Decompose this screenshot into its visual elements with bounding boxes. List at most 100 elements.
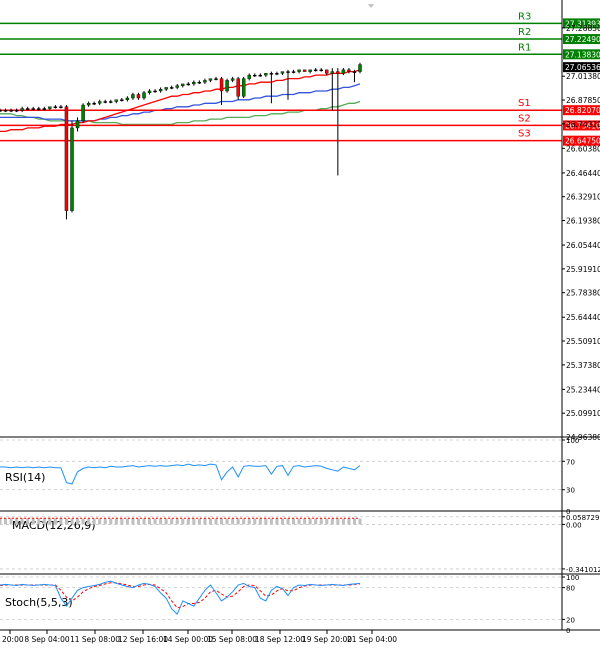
candle-body [131, 94, 135, 99]
candle-body [181, 83, 185, 86]
level-name-r2: R2 [518, 27, 531, 38]
macd-bar [92, 518, 96, 525]
price-tick-label: 26.74320 [566, 120, 600, 129]
macd-bar [269, 518, 273, 525]
price-tick-label: 27.28850 [566, 24, 600, 33]
macd-bar [242, 518, 246, 525]
macd-bar [197, 518, 201, 525]
candle-body [158, 88, 163, 92]
macd-bar [53, 517, 57, 525]
price-tick-label: 26.05440 [566, 241, 600, 250]
macd-bar [81, 518, 85, 525]
price-tick-label: 25.09910 [566, 409, 600, 418]
macd-bar [148, 518, 152, 525]
rsi-tick-label: 30 [566, 487, 575, 495]
candle-body [275, 73, 279, 75]
candle-body [42, 108, 47, 110]
price-tick-label: 26.46440 [566, 169, 600, 178]
candle-body [291, 71, 296, 73]
macd-bar [275, 518, 279, 525]
macd-bar [280, 518, 284, 525]
candle-body [164, 87, 168, 90]
candle-body [169, 87, 174, 89]
candle-body [336, 71, 340, 74]
macd-bar [103, 518, 107, 525]
macd-bar [286, 518, 290, 525]
macd-bar [330, 518, 334, 525]
candle-body [175, 85, 179, 88]
candle-body [153, 90, 157, 93]
time-tick-label: 19 Sep 20:00 [302, 635, 352, 644]
candle-body [37, 108, 41, 110]
chart-background [0, 0, 600, 649]
macd-bar [142, 518, 146, 525]
candle-body [236, 78, 240, 97]
candle-body [125, 97, 130, 100]
candle [236, 76, 240, 100]
time-tick-label: 14 Sep 00:00 [163, 635, 213, 644]
price-tick-label: 25.91910 [566, 265, 600, 274]
macd-bar [131, 518, 135, 525]
price-tick-label: 27.01380 [566, 72, 600, 81]
price-tick-label: 25.78380 [566, 289, 600, 298]
time-tick-label: 21 Sep 04:00 [347, 635, 397, 644]
stoch-tick-label: 0 [566, 627, 570, 635]
candle-body [53, 106, 58, 108]
level-name-s1: S1 [518, 98, 531, 109]
candle-body [25, 108, 30, 110]
macd-bar [15, 517, 19, 525]
macd-bar [153, 518, 157, 525]
price-tick-label: 26.87850 [566, 96, 600, 105]
candle-body [330, 71, 335, 74]
candle-body [325, 69, 329, 74]
candle-body [258, 74, 263, 77]
candle-body [103, 101, 107, 103]
macd-bar [220, 518, 224, 525]
candle-body [253, 74, 257, 77]
candle-body [286, 71, 290, 73]
level-name-r3: R3 [518, 11, 531, 22]
macd-bar [31, 517, 35, 525]
price-tick-label: 26.32910 [566, 193, 600, 202]
candle-body [352, 71, 357, 73]
level-name-r1: R1 [518, 42, 531, 53]
macd-bar [236, 518, 240, 525]
price-chart: R327.31393R227.22490R127.13830S126.82070… [0, 0, 600, 649]
candle-body [313, 69, 318, 72]
macd-bar [20, 517, 24, 525]
price-tick-label: 25.64440 [566, 313, 600, 322]
macd-bar [159, 518, 163, 525]
rsi-tick-label: 100 [566, 437, 579, 445]
macd-bar [48, 517, 52, 525]
candle-body [308, 69, 312, 72]
macd-bar [352, 518, 356, 525]
macd-bar [253, 518, 257, 525]
time-tick-label: 8 Sep 04:00 [24, 635, 70, 644]
candle-body [20, 108, 24, 111]
candle-body [214, 78, 218, 80]
candle-body [347, 69, 351, 72]
candle [70, 120, 74, 213]
macd-bar [247, 518, 251, 525]
candle-body [241, 78, 246, 97]
macd-bar [358, 518, 362, 525]
macd-bar [114, 518, 118, 525]
candle [225, 78, 229, 93]
candle-body [319, 69, 323, 72]
candle-body [75, 120, 80, 129]
macd-bar [292, 518, 296, 525]
candle-body [230, 78, 235, 81]
macd-bar [258, 518, 262, 525]
macd-bar [70, 518, 74, 525]
stochastic-label: Stoch(5,5,3) [5, 596, 73, 609]
price-tick-label: 26.19380 [566, 217, 600, 226]
candle [81, 103, 85, 123]
candle-body [280, 71, 285, 74]
price-tick-label: 25.23440 [566, 385, 600, 394]
candle-body [81, 104, 85, 122]
candle-body [92, 103, 96, 105]
candle [358, 62, 362, 74]
macd-bar [136, 518, 140, 525]
macd-bar [64, 518, 68, 525]
macd-bar [225, 518, 229, 525]
